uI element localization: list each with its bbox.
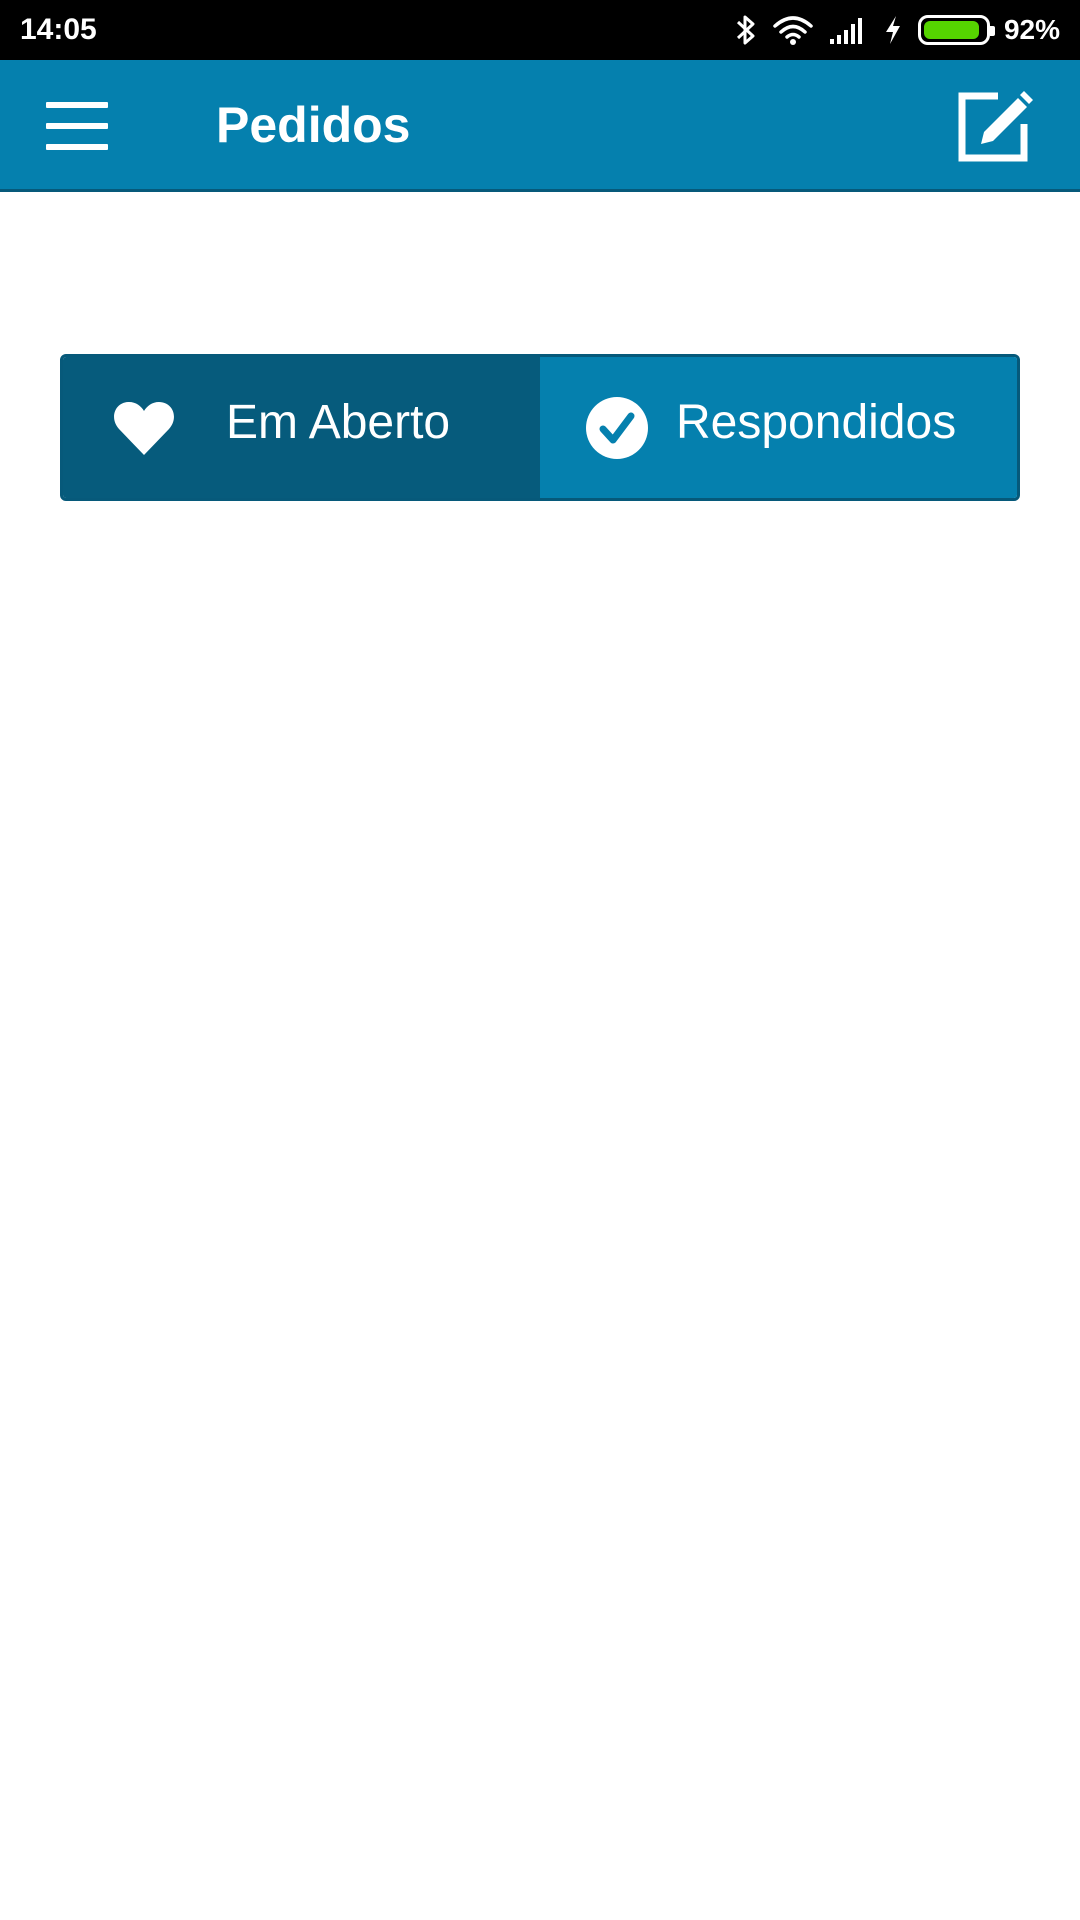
- heart-icon: [113, 357, 175, 498]
- segment-label-em-aberto: Em Aberto: [226, 396, 451, 449]
- charging-icon: [882, 14, 904, 46]
- wifi-icon: [772, 14, 814, 46]
- segmented-control: Em Aberto Respondidos: [60, 354, 1020, 501]
- battery-percent: 92%: [1003, 14, 1060, 45]
- segment-label-respondidos: Respondidos: [676, 396, 957, 449]
- check-circle-icon: [585, 357, 649, 498]
- status-icons: 92%: [734, 13, 1060, 47]
- battery-fill: [923, 21, 980, 39]
- bluetooth-icon: [734, 13, 758, 47]
- menu-button[interactable]: [46, 102, 108, 150]
- app-bar: Pedidos: [0, 60, 1080, 192]
- segment-respondidos[interactable]: Respondidos: [540, 357, 1017, 498]
- segment-em-aberto[interactable]: Em Aberto: [63, 357, 540, 498]
- compose-button[interactable]: [954, 86, 1034, 166]
- hamburger-menu-icon: [46, 102, 108, 108]
- page-title: Pedidos: [216, 97, 411, 153]
- compose-edit-icon: [958, 91, 1033, 162]
- signal-icon: [828, 15, 868, 45]
- status-time: 14:05: [20, 13, 97, 46]
- status-bar: 14:05 92%: [0, 0, 1080, 60]
- battery-icon: [917, 15, 995, 45]
